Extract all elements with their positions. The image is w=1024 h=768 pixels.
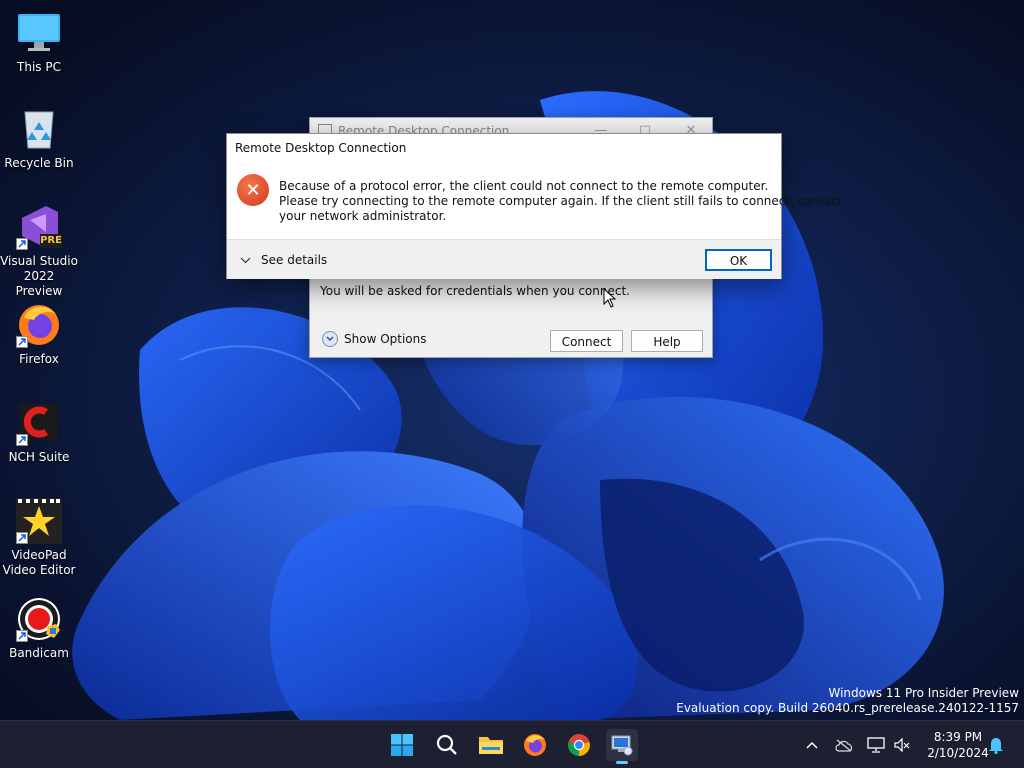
desktop-icon-nch-suite[interactable]: NCH Suite — [0, 400, 78, 465]
see-details-toggle[interactable]: See details — [240, 253, 327, 267]
network-icon[interactable] — [866, 735, 886, 755]
error-icon: ✕ — [237, 174, 269, 206]
error-message-line: your network administrator. — [279, 209, 447, 223]
connect-button[interactable]: Connect — [550, 330, 623, 352]
ok-button[interactable]: OK — [705, 249, 772, 271]
file-explorer-icon[interactable] — [475, 729, 507, 761]
desktop-icon-label: This PC — [17, 60, 61, 74]
remote-desktop-icon[interactable] — [606, 729, 638, 764]
error-dialog-footer: See details OK — [227, 239, 781, 279]
shortcut-arrow-icon — [16, 238, 28, 250]
desktop-icon-label: Firefox — [19, 352, 59, 366]
show-options-toggle[interactable]: Show Options — [322, 331, 427, 347]
error-dialog-title: Remote Desktop Connection — [235, 141, 407, 155]
shortcut-arrow-icon — [16, 630, 28, 642]
desktop-icon-this-pc[interactable]: This PC — [0, 10, 78, 75]
desktop-icon-label: NCH Suite — [8, 450, 70, 464]
nch-suite-icon — [16, 400, 62, 446]
see-details-label: See details — [261, 253, 328, 267]
firefox-icon — [16, 302, 62, 348]
desktop-icon-label: Visual Studio 2022 Preview — [0, 254, 78, 298]
desktop-icon-bandicam[interactable]: Bandicam — [0, 596, 78, 661]
bandicam-icon — [16, 596, 62, 642]
desktop-icon-videopad[interactable]: VideoPad Video Editor — [0, 498, 78, 578]
desktop-icon-label: VideoPad Video Editor — [2, 548, 76, 577]
help-button[interactable]: Help — [631, 330, 703, 352]
bell-icon[interactable] — [986, 735, 1006, 755]
search-icon[interactable] — [431, 729, 463, 761]
error-message-line: Please try connecting to the remote comp… — [279, 194, 843, 208]
active-app-indicator — [616, 761, 628, 764]
chrome-icon[interactable] — [563, 729, 595, 761]
show-options-label: Show Options — [344, 332, 427, 346]
shortcut-arrow-icon — [16, 434, 28, 446]
start-icon[interactable] — [386, 729, 418, 761]
desktop-icon-recycle-bin[interactable]: Recycle Bin — [0, 106, 78, 171]
videopad-icon — [16, 498, 62, 544]
windows-evaluation-watermark: Windows 11 Pro Insider Preview Evaluatio… — [676, 686, 1019, 716]
taskbar: 8:39 PM 2/10/2024 — [0, 720, 1024, 768]
desktop-icon-firefox[interactable]: Firefox — [0, 302, 78, 367]
shortcut-arrow-icon — [16, 336, 28, 348]
desktop-icon-visual-studio[interactable]: PRE Visual Studio 2022 Preview — [0, 204, 78, 299]
visual-studio-icon: PRE — [16, 204, 62, 250]
desktop-icon-label: Bandicam — [9, 646, 69, 660]
volume-muted-icon[interactable] — [892, 735, 912, 755]
error-dialog: Remote Desktop Connection ✕ Because of a… — [226, 133, 843, 279]
chevron-down-icon — [322, 331, 338, 347]
this-pc-icon — [16, 10, 62, 56]
preview-badge: PRE — [40, 235, 62, 246]
firefox-icon[interactable] — [519, 729, 551, 761]
watermark-build: Evaluation copy. Build 26040.rs_prerelea… — [676, 701, 1019, 715]
shortcut-arrow-icon — [16, 532, 28, 544]
watermark-edition: Windows 11 Pro Insider Preview — [828, 686, 1019, 700]
credentials-note: You will be asked for credentials when y… — [320, 284, 630, 298]
error-message: Because of a protocol error, the client … — [279, 179, 843, 224]
onedrive-icon[interactable] — [834, 735, 854, 755]
desktop-wallpaper — [0, 0, 1024, 720]
recycle-bin-icon — [16, 106, 62, 152]
chevron-down-icon — [240, 253, 251, 267]
chevron-up-icon[interactable] — [802, 735, 822, 755]
error-message-line: Because of a protocol error, the client … — [279, 179, 769, 193]
mouse-pointer-icon — [603, 288, 617, 308]
desktop-icon-label: Recycle Bin — [4, 156, 74, 170]
